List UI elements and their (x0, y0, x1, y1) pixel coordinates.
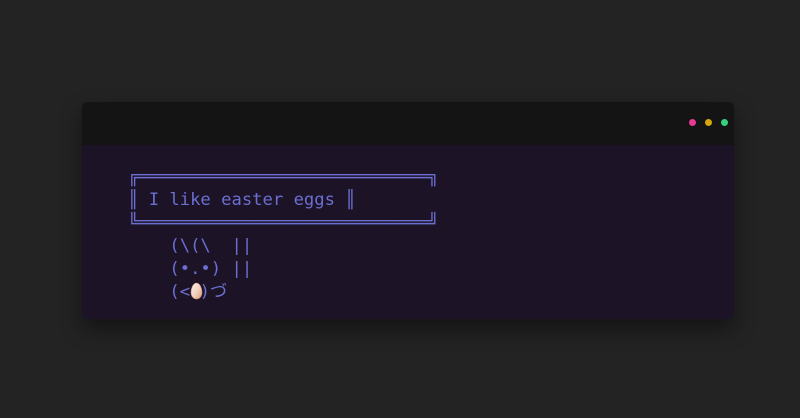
window-controls (689, 119, 728, 126)
egg-icon (190, 281, 203, 304)
bunny-ears-line: (\(\ || (128, 236, 253, 256)
banner-box-middle: ║ I like easter eggs ║ (128, 190, 356, 210)
bunny-hands-suffix: )づ (199, 282, 228, 302)
terminal-content: ╔════════════════════════════╗ ║ I like e… (82, 145, 734, 319)
close-dot-icon[interactable] (689, 119, 696, 126)
minimize-dot-icon[interactable] (705, 119, 712, 126)
bunny-hands-line: (< )づ (128, 281, 438, 304)
banner-box-bottom: ╚════════════════════════════╝ (128, 213, 439, 233)
terminal-window: ╔════════════════════════════╗ ║ I like e… (82, 102, 734, 319)
window-titlebar (82, 102, 734, 145)
terminal-output: ╔════════════════════════════╗ ║ I like e… (128, 166, 438, 304)
zoom-dot-icon[interactable] (721, 119, 728, 126)
bunny-face-line: (•.•) || (128, 259, 253, 279)
banner-box-top: ╔════════════════════════════╗ (128, 167, 439, 187)
bunny-hands-prefix: (< (128, 282, 191, 302)
